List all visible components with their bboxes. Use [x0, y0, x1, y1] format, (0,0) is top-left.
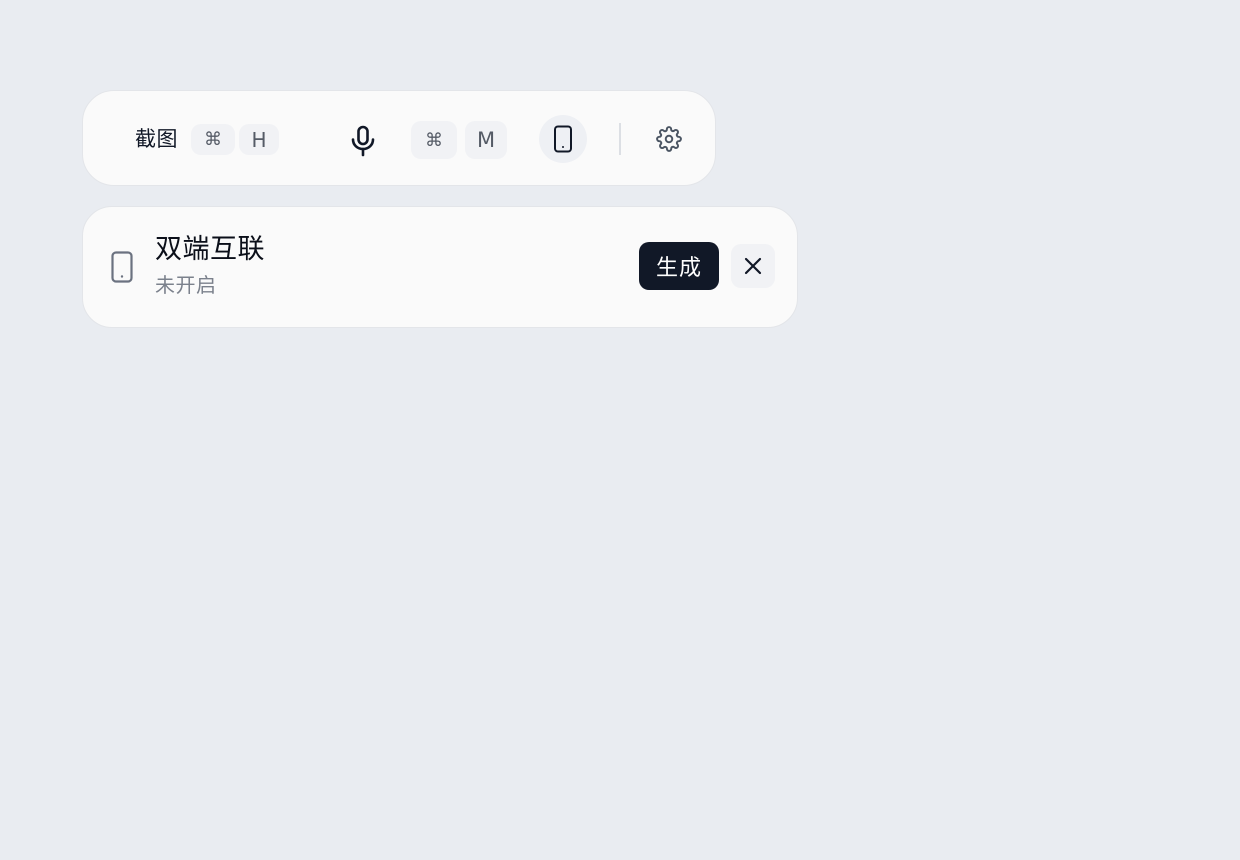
- panel-title: 双端互联: [155, 234, 265, 265]
- screenshot-label[interactable]: 截图: [135, 126, 178, 152]
- tablet-icon: [554, 125, 572, 153]
- tablet-icon: [111, 251, 133, 283]
- panel-device-icon-wrap: [109, 250, 135, 284]
- dual-device-panel: 双端互联 未开启 生成: [82, 206, 798, 328]
- microphone-button[interactable]: [343, 121, 383, 161]
- close-icon: [744, 257, 762, 275]
- settings-button[interactable]: [651, 123, 687, 155]
- device-connect-button[interactable]: [539, 115, 587, 163]
- generate-button[interactable]: 生成: [639, 242, 719, 290]
- mic-shortcut-key: M: [465, 121, 507, 159]
- close-button[interactable]: [731, 244, 775, 288]
- mic-shortcut-modifier: ⌘: [411, 121, 457, 159]
- connection-status: 未开启: [155, 273, 217, 297]
- microphone-icon: [351, 125, 375, 157]
- screenshot-shortcut-modifier: ⌘: [191, 124, 235, 155]
- gear-icon: [656, 126, 682, 152]
- toolbar-divider: [619, 123, 621, 155]
- screenshot-shortcut-key: H: [239, 124, 279, 155]
- top-toolbar: 截图 ⌘ H ⌘ M: [82, 90, 716, 186]
